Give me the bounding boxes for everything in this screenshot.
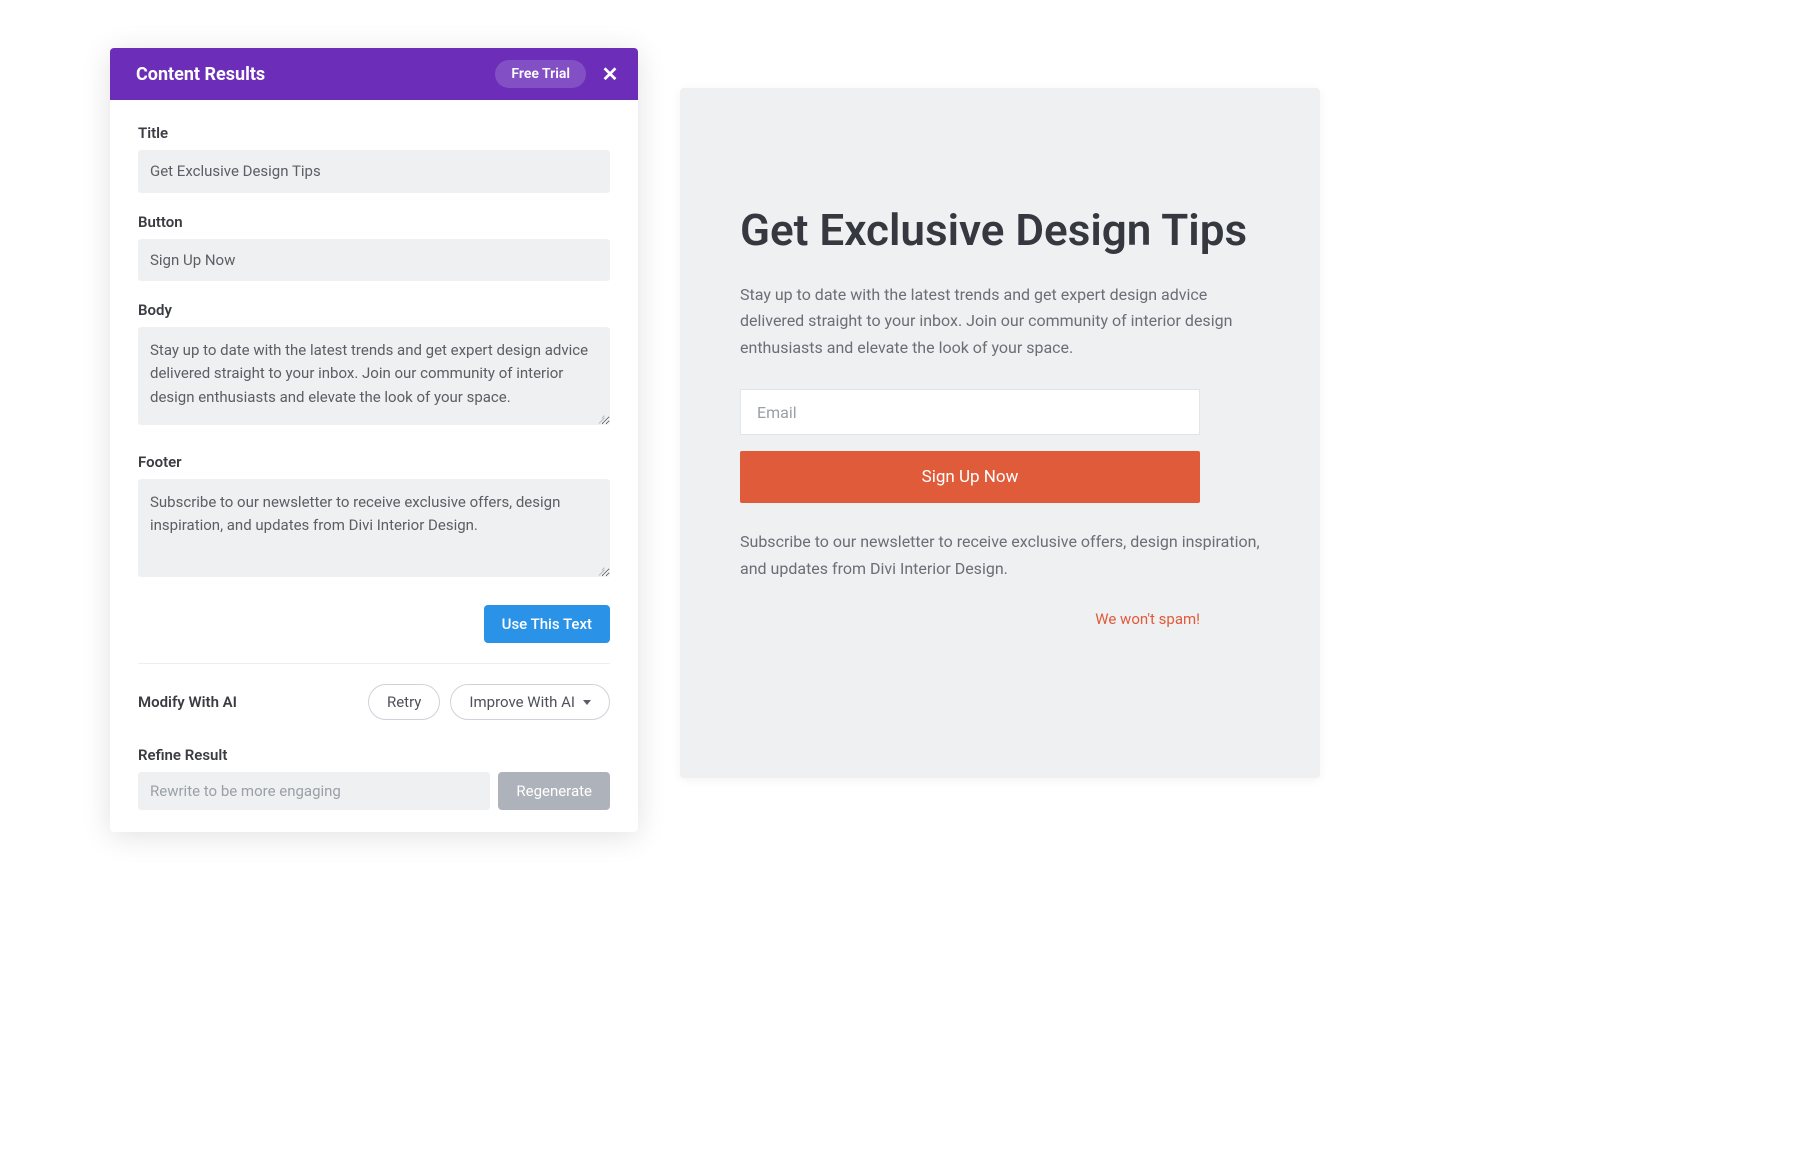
panel-title: Content Results [136, 64, 265, 85]
preview-body: Stay up to date with the latest trends a… [740, 282, 1260, 361]
preview-footer: Subscribe to our newsletter to receive e… [740, 529, 1260, 582]
use-this-text-button[interactable]: Use This Text [484, 605, 610, 643]
footer-label: Footer [138, 453, 610, 471]
close-icon[interactable]: ✕ [600, 62, 620, 86]
regenerate-button[interactable]: Regenerate [498, 772, 610, 810]
refine-label: Refine Result [138, 746, 610, 764]
content-results-panel: Content Results Free Trial ✕ Title Get E… [110, 48, 638, 832]
preview-title: Get Exclusive Design Tips [740, 203, 1260, 258]
title-label: Title [138, 124, 610, 142]
chevron-down-icon [583, 700, 591, 705]
spam-note: We won't spam! [740, 610, 1200, 628]
signup-button[interactable]: Sign Up Now [740, 451, 1200, 503]
modify-label: Modify With AI [138, 693, 237, 711]
free-trial-button[interactable]: Free Trial [495, 60, 586, 88]
button-input[interactable]: Sign Up Now [138, 239, 610, 282]
body-text: Stay up to date with the latest trends a… [150, 341, 588, 406]
email-field[interactable]: Email [740, 389, 1200, 435]
panel-header: Content Results Free Trial ✕ [110, 48, 638, 100]
resize-handle-icon[interactable] [596, 563, 606, 573]
preview-canvas: Get Exclusive Design Tips Stay up to dat… [680, 88, 1320, 778]
retry-button[interactable]: Retry [368, 684, 440, 720]
footer-textarea[interactable]: Subscribe to our newsletter to receive e… [138, 479, 610, 577]
body-label: Body [138, 301, 610, 319]
footer-text: Subscribe to our newsletter to receive e… [150, 493, 560, 534]
resize-handle-icon[interactable] [596, 411, 606, 421]
improve-label: Improve With AI [469, 693, 575, 711]
refine-input[interactable]: Rewrite to be more engaging [138, 772, 490, 810]
improve-with-ai-button[interactable]: Improve With AI [450, 684, 610, 720]
button-label: Button [138, 213, 610, 231]
title-input[interactable]: Get Exclusive Design Tips [138, 150, 610, 193]
body-textarea[interactable]: Stay up to date with the latest trends a… [138, 327, 610, 425]
